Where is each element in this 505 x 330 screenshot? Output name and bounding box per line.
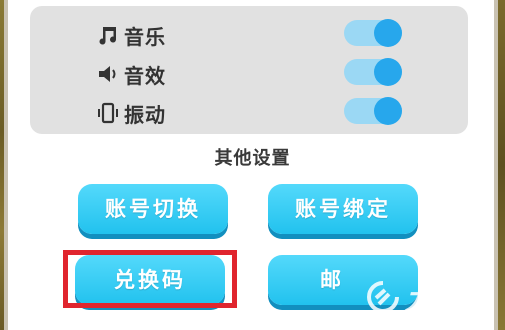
music-label: 音乐 (124, 25, 166, 49)
sound-label: 音效 (124, 64, 166, 88)
bind-account-button[interactable]: 账号绑定 (268, 184, 418, 234)
music-toggle-knob (374, 19, 402, 47)
speaker-icon (99, 66, 116, 82)
vibration-toggle-knob (374, 97, 402, 125)
other-settings-title: 其他设置 (214, 148, 291, 169)
music-row: 音乐 (30, 19, 468, 49)
vibration-toggle[interactable] (344, 97, 402, 125)
audio-settings-panel: 音乐 音效 振动 (30, 6, 468, 134)
switch-account-button[interactable]: 账号切换 (78, 184, 228, 234)
watermark-text: 九游 (405, 283, 462, 316)
music-toggle[interactable] (344, 19, 402, 47)
watermark-logo-icon (367, 281, 399, 313)
vibration-icon (98, 102, 118, 124)
music-note-icon (99, 27, 117, 45)
sound-toggle[interactable] (344, 58, 402, 86)
vibration-row: 振动 (30, 97, 468, 127)
watermark: 九游 (355, 266, 505, 326)
sound-toggle-knob (374, 58, 402, 86)
vibration-label: 振动 (124, 103, 166, 127)
sound-row: 音效 (30, 58, 468, 88)
redeem-code-highlight-box (63, 250, 237, 308)
